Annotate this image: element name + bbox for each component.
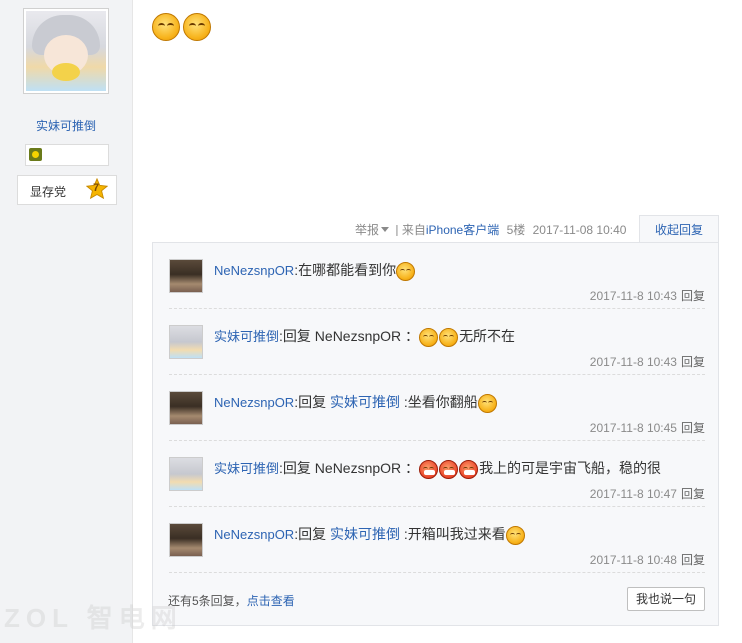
reply-meta: 2017-11-8 10:43 回复 (590, 353, 705, 370)
angry-emoji-icon (459, 459, 479, 479)
smile-emoji-icon (396, 261, 416, 281)
reply-content: 回复 NeNezsnpOR ： (282, 328, 420, 344)
reply-content: 回复 NeNezsnpOR ： (282, 460, 420, 476)
reply-username-link[interactable]: NeNezsnpOR (214, 395, 294, 410)
author-level-box[interactable] (25, 144, 109, 166)
meta-separator: | (395, 222, 399, 237)
source-client-link[interactable]: iPhone客户端 (426, 223, 499, 237)
reply-content-tail: 我上的可是宇宙飞船，稳的很 (479, 460, 662, 476)
reply-content: :坐看你翻船 (399, 394, 478, 410)
reply-meta: 2017-11-8 10:47 回复 (590, 485, 705, 502)
post-meta-bar: 举报 | 来自iPhone客户端 5楼 2017-11-08 10:40 (355, 221, 627, 238)
reply-button[interactable]: 回复 (681, 355, 705, 369)
reply-item: 实妹可推倒:回复 NeNezsnpOR ：无所不在 2017-11-8 10:43… (169, 309, 705, 375)
badge-label: 显存党 (30, 185, 67, 199)
reply-text: NeNezsnpOR:回复 实妹可推倒 :坐看你翻船 (214, 392, 498, 413)
smile-emoji-icon (183, 13, 212, 41)
reply-username-link[interactable]: 实妹可推倒 (214, 329, 279, 344)
angry-emoji-icon (439, 459, 459, 479)
reply-text: NeNezsnpOR:在哪都能看到你 (214, 260, 416, 281)
reply-content: 回复 (298, 394, 330, 410)
reply-username-link[interactable]: NeNezsnpOR (214, 263, 294, 278)
reply-meta: 2017-11-8 10:45 回复 (590, 419, 705, 436)
smile-emoji-icon (477, 393, 497, 413)
reply-panel: NeNezsnpOR:在哪都能看到你 2017-11-8 10:43 回复 实妹可推倒… (152, 242, 719, 626)
reply-divider (169, 572, 705, 573)
reply-meta: 2017-11-8 10:48 回复 (590, 551, 705, 568)
mention-link[interactable]: 实妹可推倒 (330, 526, 400, 542)
mention-link[interactable]: 实妹可推倒 (330, 394, 400, 410)
reply-avatar[interactable] (169, 457, 203, 491)
reply-item: NeNezsnpOR:回复 实妹可推倒 :坐看你翻船 2017-11-8 10:4… (169, 375, 705, 441)
reply-content-tail: 无所不在 (459, 328, 516, 344)
author-badge[interactable]: 显存党 7 (17, 175, 117, 205)
reply-avatar[interactable] (169, 325, 203, 359)
reply-time: 2017-11-8 10:45 (589, 421, 677, 435)
reply-item: 实妹可推倒:回复 NeNezsnpOR ：我上的可是宇宙飞船，稳的很 2017-1… (169, 441, 705, 507)
level-icon (29, 148, 42, 161)
watermark-logo: ZOL 智电网 (4, 603, 183, 633)
floor-number: 5楼 (506, 223, 526, 237)
smile-emoji-icon (505, 525, 525, 545)
reply-button[interactable]: 回复 (681, 421, 705, 435)
post-time: 2017-11-08 10:40 (532, 222, 627, 237)
reply-time: 2017-11-8 10:48 (589, 553, 677, 567)
reply-meta: 2017-11-8 10:43 回复 (590, 287, 705, 304)
reply-username-link[interactable]: 实妹可推倒 (214, 461, 279, 476)
source-prefix: 来自 (401, 223, 426, 237)
more-replies: 还有5条回复，点击查看 (168, 592, 295, 609)
reply-item: NeNezsnpOR:回复 实妹可推倒 :开箱叫我过来看 2017-11-8 10… (169, 507, 705, 573)
reply-time: 2017-11-8 10:43 (589, 355, 677, 369)
reply-time: 2017-11-8 10:47 (589, 487, 677, 501)
reply-time: 2017-11-8 10:43 (589, 289, 677, 303)
reply-item: NeNezsnpOR:在哪都能看到你 2017-11-8 10:43 回复 (169, 243, 705, 309)
reply-content: 在哪都能看到你 (298, 262, 397, 278)
reply-content: 回复 (298, 526, 330, 542)
reply-button[interactable]: 回复 (681, 487, 705, 501)
author-avatar-image (26, 11, 106, 91)
reply-text: 实妹可推倒:回复 NeNezsnpOR ：无所不在 (214, 326, 515, 347)
reply-text: NeNezsnpOR:回复 实妹可推倒 :开箱叫我过来看 (214, 524, 526, 545)
reply-avatar[interactable] (169, 391, 203, 425)
collapse-replies-tab[interactable]: 收起回复 (639, 215, 719, 243)
report-link[interactable]: 举报 (355, 223, 379, 237)
chevron-down-icon[interactable] (381, 227, 390, 232)
say-something-button[interactable]: 我也说一句 (627, 587, 705, 611)
reply-button[interactable]: 回复 (681, 553, 705, 567)
smile-emoji-icon (439, 327, 459, 347)
reply-content: :开箱叫我过来看 (399, 526, 506, 542)
smile-emoji-icon (152, 13, 180, 41)
smile-emoji-icon (419, 327, 439, 347)
author-name-link[interactable]: 实妹可推倒 (0, 117, 132, 134)
reply-username-link[interactable]: NeNezsnpOR (214, 527, 294, 542)
reply-avatar[interactable] (169, 259, 203, 293)
post-content (152, 13, 212, 45)
reply-text: 实妹可推倒:回复 NeNezsnpOR ：我上的可是宇宙飞船，稳的很 (214, 458, 661, 479)
author-avatar[interactable] (23, 8, 109, 94)
view-more-link[interactable]: 点击查看 (247, 594, 295, 608)
angry-emoji-icon (419, 459, 439, 479)
author-sidebar: 实妹可推倒 显存党 7 (0, 0, 133, 643)
reply-avatar[interactable] (169, 523, 203, 557)
reply-button[interactable]: 回复 (681, 289, 705, 303)
badge-level-number: 7 (93, 182, 100, 194)
